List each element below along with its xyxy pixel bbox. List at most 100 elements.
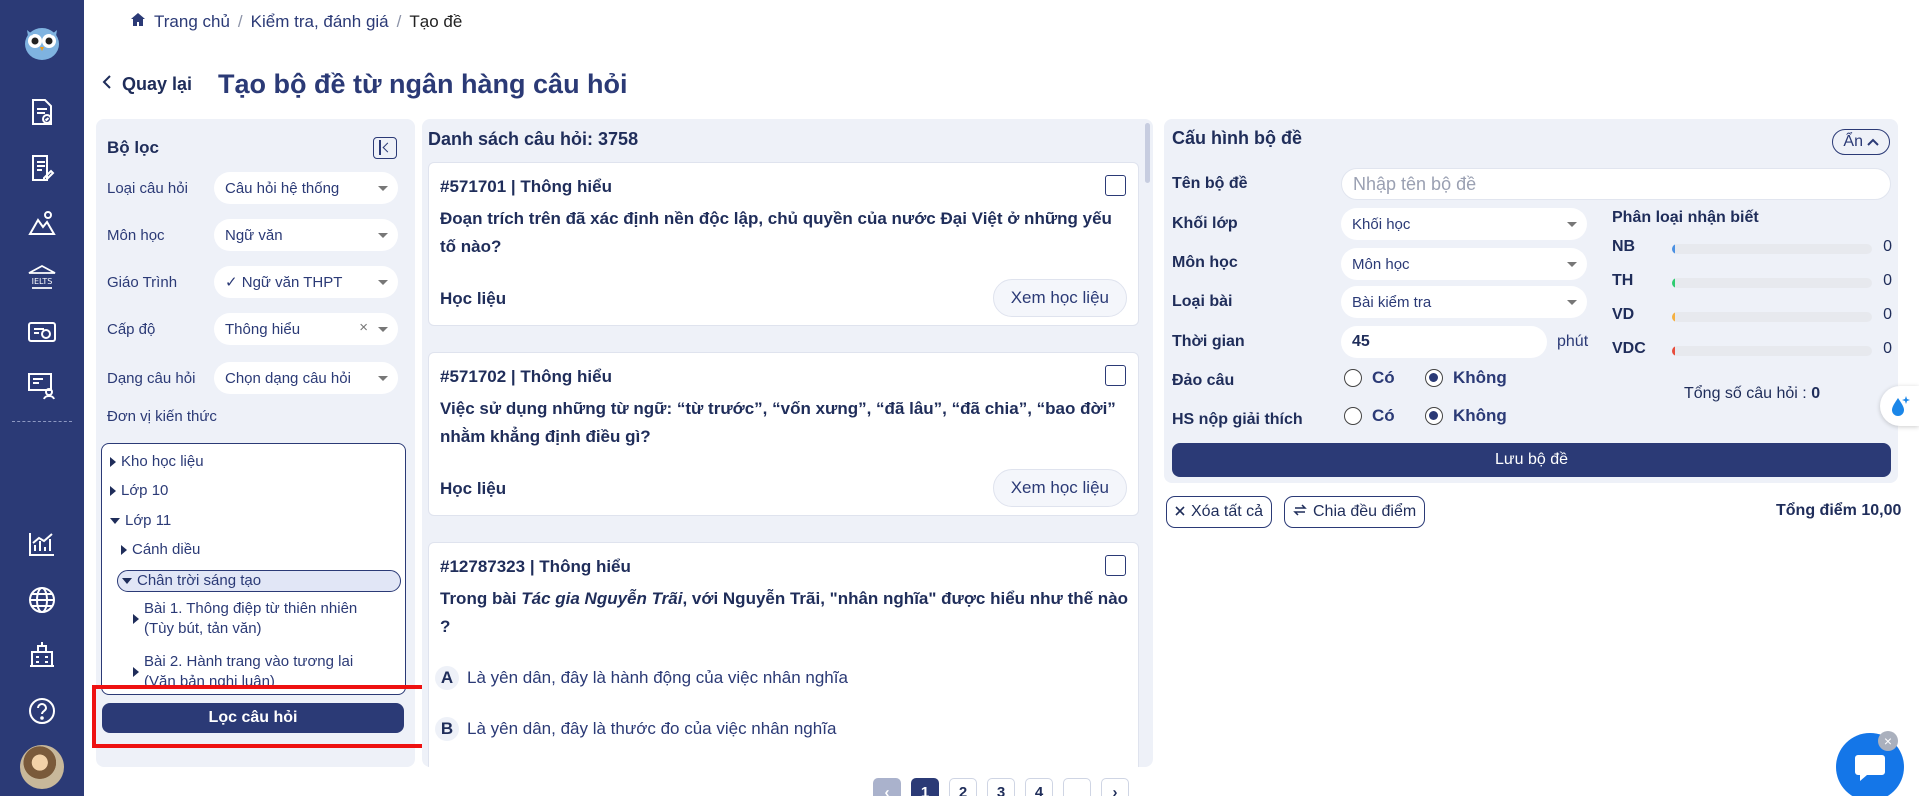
total-questions: Tổng số câu hỏi : 0 bbox=[1684, 385, 1820, 403]
subject-label: Môn học bbox=[1172, 254, 1238, 271]
edit-document-icon[interactable] bbox=[26, 152, 58, 184]
page-next-button[interactable]: › bbox=[1101, 778, 1129, 796]
collapse-panel-icon[interactable] bbox=[373, 137, 397, 159]
question-form-select[interactable]: Chọn dạng câu hỏi bbox=[214, 362, 398, 394]
radio-dot-selected bbox=[1425, 369, 1443, 387]
question-text: Trong bài Tác gia Nguyễn Trãi, với Nguyễ… bbox=[440, 585, 1130, 641]
explain-yes-radio[interactable]: Có bbox=[1344, 406, 1395, 426]
answer-option[interactable]: A Là yên dân, đây là hành động của việc n… bbox=[435, 666, 848, 690]
hide-button[interactable]: Ẩn bbox=[1832, 129, 1890, 155]
classification-row-nb: NB 0 bbox=[1612, 238, 1892, 258]
select-value: Khối học bbox=[1352, 215, 1411, 233]
total-points: Tổng điểm 10,00 bbox=[1776, 502, 1902, 519]
question-type-select[interactable]: Câu hỏi hệ thống bbox=[214, 172, 398, 204]
clear-icon[interactable]: × bbox=[359, 319, 368, 336]
breadcrumb-section[interactable]: Kiểm tra, đánh giá bbox=[251, 12, 389, 32]
classification-name: TH bbox=[1612, 272, 1634, 289]
ielts-icon[interactable]: IELTS bbox=[26, 262, 58, 294]
curriculum-select[interactable]: ✓ Ngữ văn THPT bbox=[214, 266, 398, 298]
time-input[interactable]: 45 bbox=[1341, 326, 1547, 358]
globe-icon[interactable] bbox=[26, 584, 58, 616]
sidebar: IELTS bbox=[0, 0, 84, 796]
radio-label: Không bbox=[1453, 406, 1507, 425]
expand-icon bbox=[121, 545, 127, 555]
highlight-box bbox=[92, 685, 429, 748]
certificate-icon[interactable] bbox=[26, 317, 58, 349]
page-button[interactable]: 2 bbox=[949, 778, 977, 796]
view-resource-button[interactable]: Xem học liệu bbox=[992, 279, 1127, 317]
time-label: Thời gian bbox=[1172, 333, 1245, 350]
tree-item[interactable]: Bài 1. Thông điệp từ thiên nhiên (Tùy bút… bbox=[133, 599, 357, 639]
knowledge-unit-label: Đơn vị kiến thức bbox=[107, 408, 217, 425]
filter-label: Dạng câu hỏi bbox=[107, 369, 196, 387]
split-points-button[interactable]: Chia đều điểm bbox=[1284, 496, 1426, 528]
grade-label: Khối lớp bbox=[1172, 215, 1238, 232]
shuffle-yes-radio[interactable]: Có bbox=[1344, 368, 1395, 388]
question-checkbox[interactable] bbox=[1105, 175, 1126, 196]
classification-row-th: TH 0 bbox=[1612, 272, 1892, 292]
option-letter: A bbox=[435, 666, 459, 690]
bar-fill bbox=[1672, 244, 1675, 254]
whiteboard-teacher-icon[interactable] bbox=[26, 370, 58, 402]
page-button[interactable]: 1 bbox=[911, 778, 939, 796]
question-header: #571701 | Thông hiểu bbox=[440, 177, 612, 196]
classification-value: 0 bbox=[1883, 340, 1892, 357]
tree-item[interactable]: Lớp 11 bbox=[110, 511, 171, 531]
subject-select[interactable]: Ngữ văn bbox=[214, 219, 398, 251]
radio-dot bbox=[1344, 407, 1362, 425]
shuffle-no-radio[interactable]: Không bbox=[1425, 368, 1507, 388]
lesson-subtitle: (Tùy bút, tản văn) bbox=[144, 620, 262, 637]
tree-item-label: Lớp 10 bbox=[121, 482, 169, 499]
page-button[interactable]: 3 bbox=[987, 778, 1015, 796]
question-checkbox[interactable] bbox=[1105, 365, 1126, 386]
owl-logo-icon[interactable] bbox=[22, 22, 62, 62]
swap-icon bbox=[1293, 503, 1307, 521]
school-building-icon[interactable] bbox=[26, 638, 58, 670]
question-text-part: Trong bài bbox=[440, 589, 522, 608]
mountain-chart-icon[interactable] bbox=[26, 207, 58, 239]
tree-item[interactable]: Cánh diều bbox=[121, 540, 200, 560]
save-exam-button[interactable]: Lưu bộ đề bbox=[1172, 443, 1891, 477]
breadcrumb-home[interactable]: Trang chủ bbox=[154, 12, 230, 32]
page-title: Tạo bộ đề từ ngân hàng câu hỏi bbox=[218, 69, 628, 99]
expand-icon bbox=[133, 614, 139, 624]
answer-option[interactable]: B Là yên dân, đây là thước đo của việc nh… bbox=[435, 717, 836, 741]
home-icon[interactable] bbox=[130, 12, 146, 32]
tree-item-selected[interactable]: Chân trời sáng tạo bbox=[117, 570, 401, 592]
clear-all-button[interactable]: Xóa tất cả bbox=[1166, 496, 1273, 528]
caret-down-icon bbox=[378, 280, 388, 285]
tree-item[interactable]: Kho học liệu bbox=[110, 452, 204, 472]
back-label: Quay lại bbox=[122, 74, 193, 94]
chat-close-icon[interactable]: × bbox=[1878, 731, 1898, 751]
water-drop-icon[interactable] bbox=[1880, 386, 1919, 426]
select-value: Bài kiểm tra bbox=[1352, 293, 1432, 311]
filter-question-type: Loại câu hỏi Câu hỏi hệ thống bbox=[107, 171, 407, 205]
name-label: Tên bộ đề bbox=[1172, 175, 1248, 192]
option-letter: B bbox=[435, 717, 459, 741]
filter-title: Bộ lọc bbox=[107, 138, 159, 157]
page-prev-button[interactable]: ‹ bbox=[873, 778, 901, 796]
chip-label: Xóa tất cả bbox=[1191, 503, 1264, 520]
classification-row-vd: VD 0 bbox=[1612, 306, 1892, 326]
view-resource-button[interactable]: Xem học liệu bbox=[992, 469, 1127, 507]
statistics-chart-icon[interactable] bbox=[26, 528, 58, 560]
scrollbar[interactable] bbox=[1145, 123, 1150, 183]
page-button[interactable]: 4 bbox=[1025, 778, 1053, 796]
explain-no-radio[interactable]: Không bbox=[1425, 406, 1507, 426]
page-button-empty[interactable] bbox=[1063, 778, 1091, 796]
exam-check-icon[interactable] bbox=[26, 96, 58, 128]
explain-label: HS nộp giải thích bbox=[1172, 411, 1303, 428]
tree-item[interactable]: Lớp 10 bbox=[110, 481, 168, 501]
exam-type-select[interactable]: Bài kiểm tra bbox=[1341, 286, 1587, 318]
caret-down-icon bbox=[378, 233, 388, 238]
user-avatar[interactable] bbox=[20, 745, 64, 789]
chip-label: Chia đều điểm bbox=[1313, 503, 1417, 520]
subject-select[interactable]: Môn học bbox=[1341, 248, 1587, 280]
option-text: Là yên dân, đây là thước đo của việc nhâ… bbox=[467, 719, 837, 738]
grade-select[interactable]: Khối học bbox=[1341, 208, 1587, 240]
level-select[interactable]: Thông hiểu × bbox=[214, 313, 398, 345]
exam-name-input[interactable]: Nhập tên bộ đề bbox=[1341, 168, 1891, 200]
help-icon[interactable] bbox=[26, 695, 58, 727]
question-checkbox[interactable] bbox=[1105, 555, 1126, 576]
back-button[interactable]: Quay lại bbox=[102, 74, 192, 95]
